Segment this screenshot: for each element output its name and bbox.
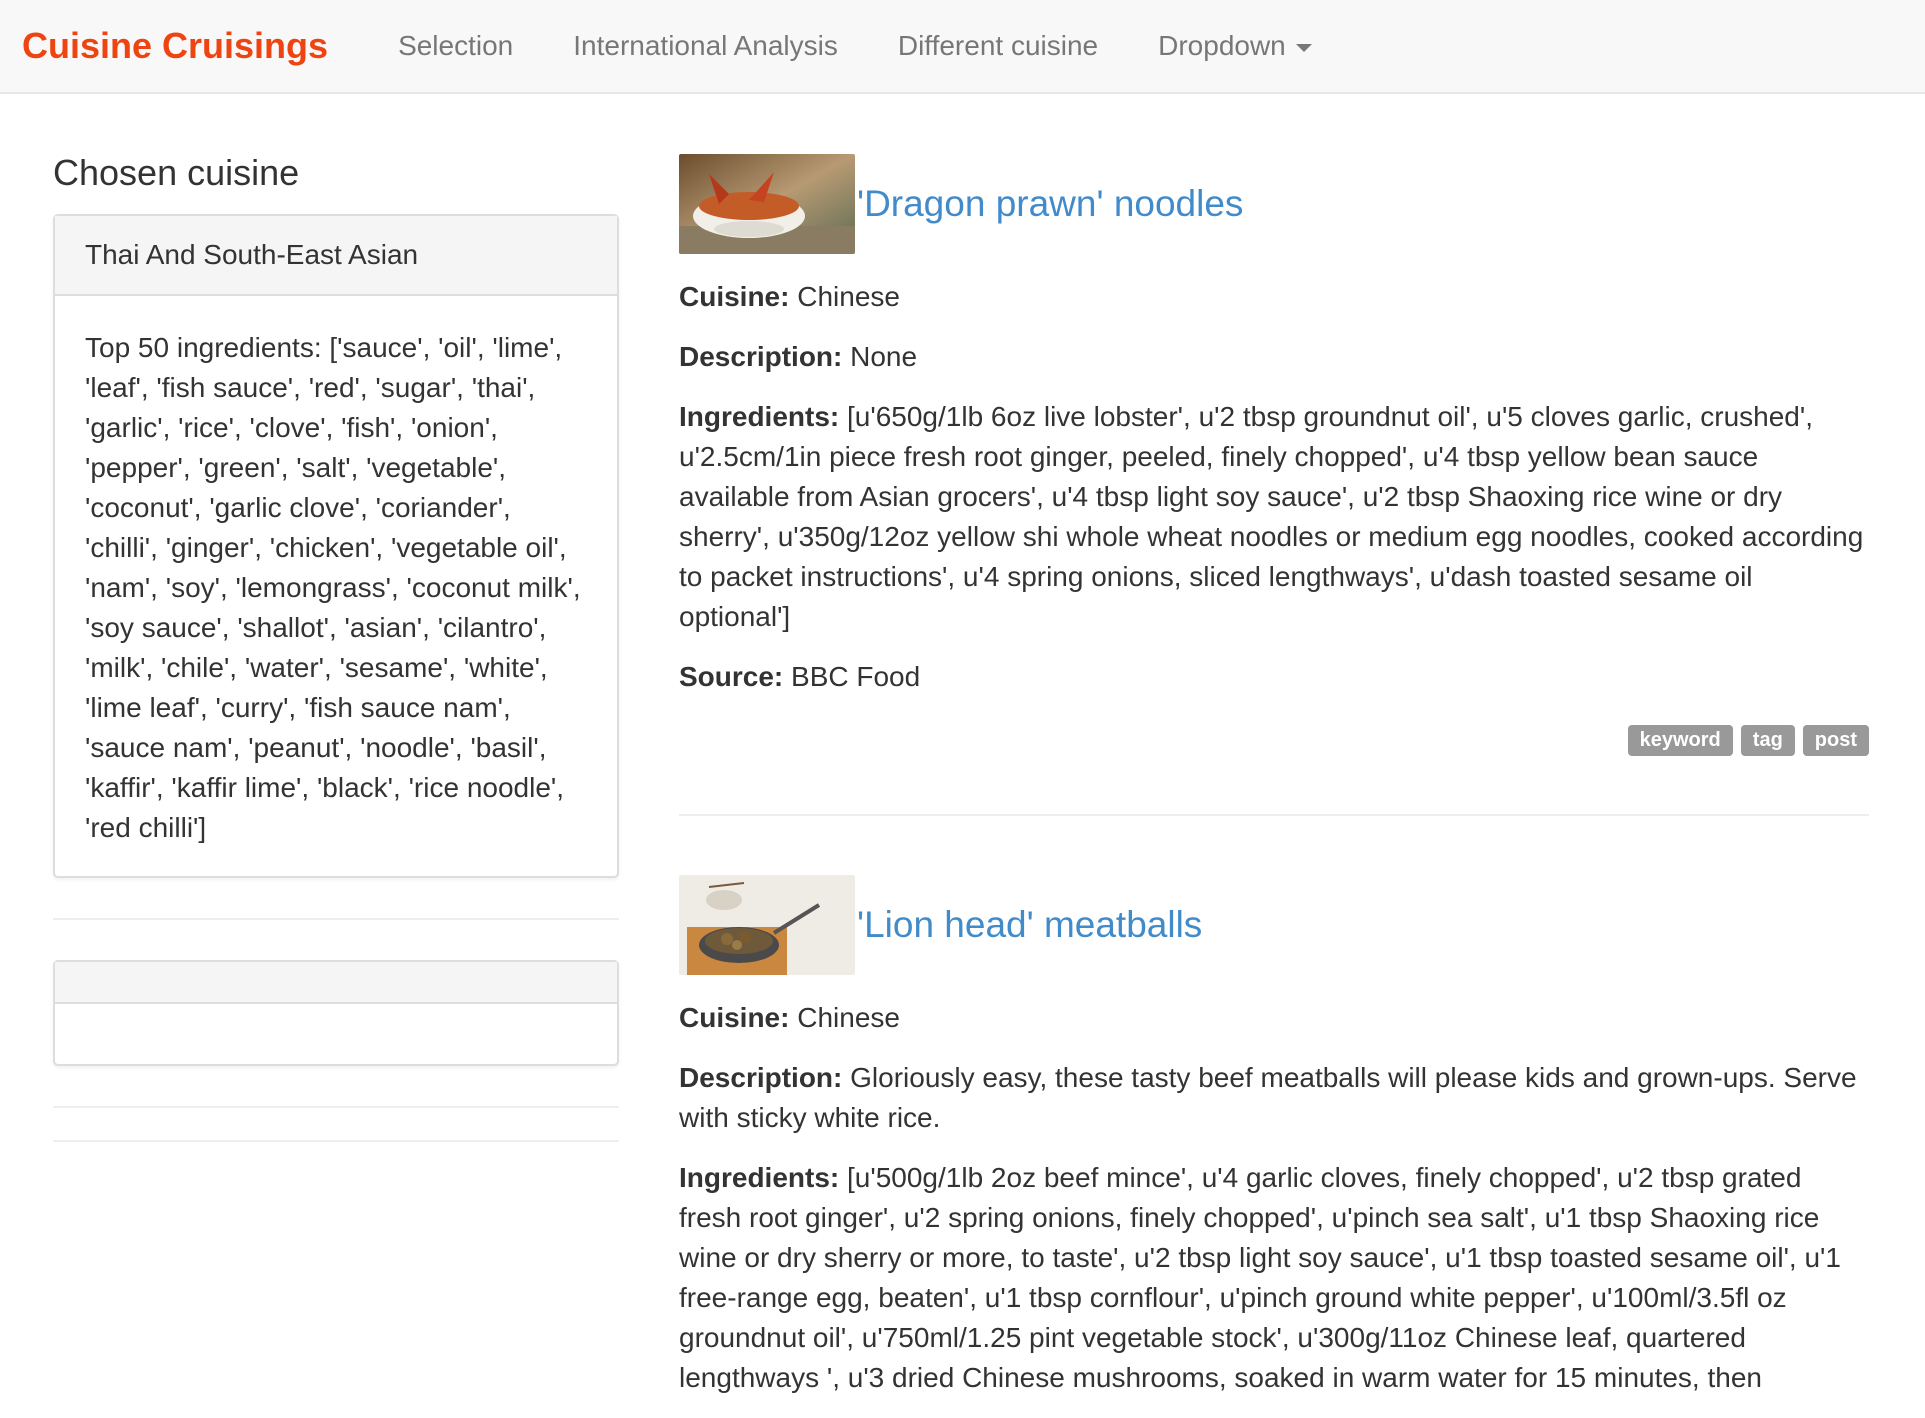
source-value: BBC Food (791, 661, 921, 692)
recipe-title-link[interactable]: 'Lion head' meatballs (857, 904, 1202, 946)
cuisine-value: Chinese (797, 281, 900, 312)
nav-item-international-analysis[interactable]: International Analysis (573, 30, 838, 62)
cuisine-label: Cuisine: (679, 281, 790, 312)
ingredients-value: [u'500g/1lb 2oz beef mince', u'4 garlic … (679, 1162, 1841, 1393)
source-label: Source: (679, 661, 784, 692)
recipe-header: 'Lion head' meatballs (679, 874, 1869, 976)
recipe-header: 'Dragon prawn' noodles (679, 153, 1869, 255)
nav-item-different-cuisine[interactable]: Different cuisine (898, 30, 1098, 62)
sidebar: Chosen cuisine Thai And South-East Asian… (53, 94, 619, 1182)
chosen-cuisine-heading: Chosen cuisine (53, 152, 300, 193)
recipe-cuisine: Cuisine: Chinese (679, 277, 1869, 317)
divider (53, 1106, 619, 1108)
recipe-source: Source: BBC Food (679, 657, 1869, 697)
empty-panel-body (55, 1004, 617, 1064)
empty-panel-heading (55, 962, 617, 1004)
recipe-description: Description: None (679, 337, 1869, 377)
nav-item-selection[interactable]: Selection (398, 30, 513, 62)
cuisine-value: Chinese (797, 1002, 900, 1033)
cuisine-panel-title: Thai And South-East Asian (55, 216, 617, 296)
recipe-ingredients: Ingredients: [u'500g/1lb 2oz beef mince'… (679, 1158, 1869, 1398)
recipe-item: 'Lion head' meatballs Cuisine: Chinese D… (679, 816, 1869, 1398)
description-label: Description: (679, 1062, 843, 1093)
description-label: Description: (679, 341, 843, 372)
top-ingredients-text: Top 50 ingredients: ['sauce', 'oil', 'li… (85, 332, 581, 843)
recipe-title-link[interactable]: 'Dragon prawn' noodles (857, 183, 1243, 225)
recipe-item: 'Dragon prawn' noodles Cuisine: Chinese … (679, 94, 1869, 816)
tag-list: keyword tag post (679, 725, 1869, 756)
ingredients-value: [u'650g/1lb 6oz live lobster', u'2 tbsp … (679, 401, 1864, 632)
top-navbar: Cuisine Cruisings Selection Internationa… (0, 0, 1925, 94)
tag-keyword[interactable]: keyword (1627, 725, 1733, 756)
ingredients-label: Ingredients: (679, 1162, 840, 1193)
brand-link[interactable]: Cuisine Cruisings (22, 25, 328, 67)
recipe-list: 'Dragon prawn' noodles Cuisine: Chinese … (679, 94, 1869, 1418)
caret-down-icon (1295, 43, 1312, 52)
tag-tag[interactable]: tag (1740, 725, 1795, 756)
dropdown-label: Dropdown (1158, 30, 1286, 61)
description-value: None (850, 341, 918, 372)
nav-item-dropdown[interactable]: Dropdown (1158, 30, 1312, 62)
recipe-thumbnail-image[interactable] (679, 154, 855, 254)
divider (53, 1140, 619, 1142)
recipe-cuisine: Cuisine: Chinese (679, 998, 1869, 1038)
divider (53, 918, 619, 920)
tag-post[interactable]: post (1802, 725, 1869, 756)
cuisine-label: Cuisine: (679, 1002, 790, 1033)
recipe-description: Description: Gloriously easy, these tast… (679, 1058, 1869, 1138)
cuisine-panel: Thai And South-East Asian Top 50 ingredi… (53, 214, 619, 878)
recipe-thumbnail-image[interactable] (679, 875, 855, 975)
description-value: Gloriously easy, these tasty beef meatba… (679, 1062, 1857, 1133)
empty-panel (53, 960, 619, 1066)
ingredients-label: Ingredients: (679, 401, 840, 432)
recipe-ingredients: Ingredients: [u'650g/1lb 6oz live lobste… (679, 397, 1869, 637)
